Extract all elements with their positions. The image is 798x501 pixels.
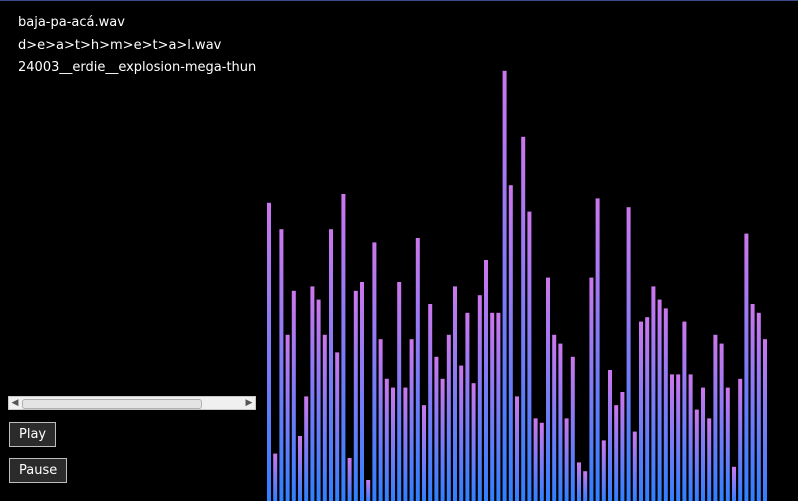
visualizer-bar [285, 334, 290, 501]
visualizer-bar [403, 387, 408, 501]
visualizer-bar [440, 378, 445, 501]
visualizer-bar [484, 260, 488, 501]
visualizer-bar [360, 282, 364, 501]
visualizer-bar [508, 185, 513, 501]
visualizer-bar [713, 334, 718, 501]
visualizer-bar [378, 339, 383, 501]
visualizer-bar [434, 356, 439, 501]
visualizer-bar [428, 304, 433, 501]
visualizer-bar [614, 405, 619, 501]
playlist-item[interactable]: baja-pa-acá.wav [18, 15, 256, 30]
visualizer-bar [577, 462, 581, 501]
visualizer-bar [397, 282, 402, 501]
visualizer-bar [539, 422, 544, 501]
audio-visualizer [267, 70, 767, 501]
visualizer-bar [310, 286, 315, 501]
visualizer-bar [657, 299, 662, 501]
visualizer-bar [366, 480, 371, 501]
visualizer-bar [335, 352, 340, 501]
visualizer-bar [372, 242, 377, 501]
visualizer-bar [521, 136, 526, 501]
scroll-right-arrow-icon[interactable]: ▶ [244, 397, 254, 409]
visualizer-bar [744, 233, 749, 501]
visualizer-bar [546, 277, 550, 501]
visualizer-bar [595, 198, 600, 501]
visualizer-bar [645, 317, 650, 501]
visualizer-bar [471, 383, 476, 501]
visualizer-bar [725, 387, 730, 501]
visualizer-bar [291, 290, 296, 501]
visualizer-bar [639, 321, 643, 501]
visualizer-bar [583, 471, 588, 501]
app-window: baja-pa-acá.wav d>e>a>t>h>m>e>t>a>l.wav … [0, 0, 798, 501]
visualizer-bar [341, 194, 346, 501]
visualizer-bar [409, 339, 414, 501]
visualizer-bar [719, 343, 724, 501]
visualizer-bar [446, 334, 451, 501]
visualizer-bar [322, 334, 327, 501]
visualizer-bar [608, 370, 612, 501]
visualizer-bar [515, 396, 519, 501]
visualizer-bar [601, 440, 606, 501]
visualizer-bar [552, 334, 557, 501]
visualizer-bar [651, 286, 656, 501]
visualizer-bar [453, 286, 457, 501]
visualizer-bar [267, 202, 271, 501]
visualizer-bar [347, 458, 352, 501]
visualizer-bar [738, 378, 743, 501]
visualizer-bar [459, 365, 464, 501]
scroll-left-arrow-icon[interactable]: ◀ [10, 397, 20, 409]
visualizer-bar [620, 392, 625, 501]
visualizer-bar [279, 229, 284, 501]
visualizer-bar [477, 295, 482, 501]
visualizer-bar [750, 304, 755, 501]
visualizer-bar [496, 312, 501, 501]
visualizer-bar [329, 229, 333, 501]
visualizer-bar [688, 374, 693, 501]
visualizer-bar [564, 418, 569, 501]
pause-button[interactable]: Pause [9, 458, 68, 483]
play-button[interactable]: Play [9, 422, 57, 447]
scrollbar-thumb[interactable] [22, 399, 202, 409]
visualizer-bar [707, 418, 712, 501]
visualizer-bar [682, 321, 687, 501]
visualizer-bar [533, 418, 538, 501]
visualizer-bar [415, 238, 420, 501]
visualizer-bar [663, 308, 668, 501]
visualizer-bar [465, 312, 470, 501]
visualizer-bar [304, 396, 309, 501]
visualizer-bar [732, 466, 736, 501]
visualizer-bar [676, 374, 681, 501]
visualizer-bar [670, 374, 674, 501]
visualizer-bar [558, 343, 563, 501]
playlist-item[interactable]: 24003__erdie__explosion-mega-thun [18, 60, 256, 75]
visualizer-bar [298, 436, 302, 501]
visualizer-bar [502, 70, 507, 501]
visualizer-bar [316, 299, 321, 501]
visualizer-bar [353, 290, 358, 501]
visualizer-bar [527, 211, 532, 501]
visualizer-bar [384, 378, 389, 501]
visualizer-bar [570, 356, 575, 501]
playlist-horizontal-scrollbar[interactable]: ◀ ▶ [8, 396, 256, 410]
visualizer-bar [763, 339, 767, 501]
visualizer-bars [267, 70, 767, 501]
visualizer-bar [701, 387, 705, 501]
visualizer-bar [626, 207, 631, 501]
visualizer-bar [391, 387, 395, 501]
visualizer-bar [490, 312, 495, 501]
playlist-item[interactable]: d>e>a>t>h>m>e>t>a>l.wav [18, 38, 256, 53]
visualizer-bar [273, 453, 278, 501]
visualizer-bar [632, 431, 637, 501]
visualizer-bar [756, 312, 761, 501]
visualizer-bar [694, 409, 699, 501]
visualizer-bar [422, 405, 426, 501]
visualizer-bar [589, 277, 594, 501]
